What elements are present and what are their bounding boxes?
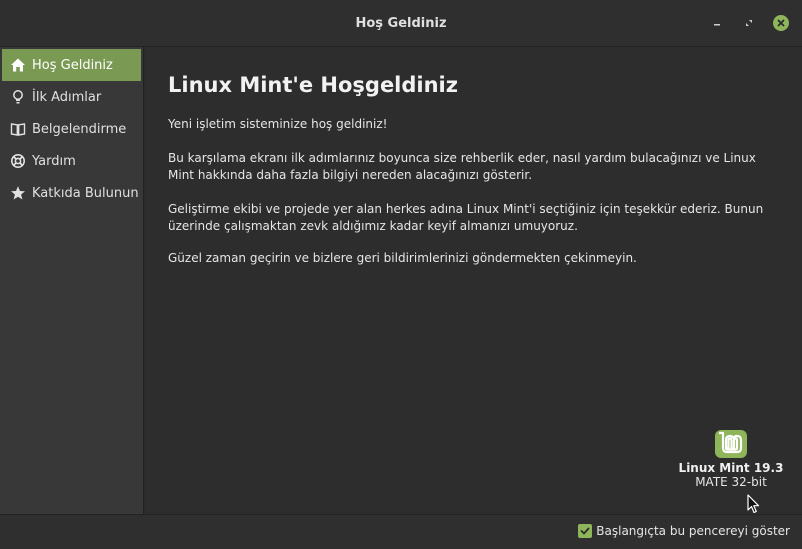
lifebuoy-icon: [9, 152, 27, 170]
sidebar-item-contribute[interactable]: Katkıda Bulunun: [0, 177, 143, 209]
show-at-startup-label: Başlangıçta bu pencereyi göster: [596, 524, 790, 538]
edition-label: MATE 32-bit: [695, 475, 767, 489]
sidebar: Hoş Geldiniz İlk Adımlar Belgelendirme Y…: [0, 47, 144, 514]
linux-mint-logo-icon: [714, 429, 748, 459]
lightbulb-icon: [9, 88, 27, 106]
sidebar-item-help[interactable]: Yardım: [0, 145, 143, 177]
maximize-button[interactable]: [740, 14, 758, 32]
version-label: Linux Mint 19.3: [678, 461, 784, 475]
title-bar: Hoş Geldiniz: [0, 0, 802, 47]
sidebar-item-first-steps[interactable]: İlk Adımlar: [0, 81, 143, 113]
home-icon: [9, 56, 27, 74]
window-title: Hoş Geldiniz: [355, 15, 447, 31]
sidebar-item-welcome[interactable]: Hoş Geldiniz: [2, 49, 141, 81]
welcome-paragraph: Güzel zaman geçirin ve bizlere geri bild…: [168, 251, 637, 265]
footer-bar: Başlangıçta bu pencereyi göster: [0, 514, 802, 549]
sidebar-item-documentation[interactable]: Belgelendirme: [0, 113, 143, 145]
book-icon: [9, 120, 27, 138]
maximize-icon: [746, 20, 752, 26]
page-title: Linux Mint'e Hoşgeldiniz: [168, 73, 458, 97]
welcome-paragraph: Yeni işletim sisteminize hoş geldiniz!: [168, 117, 388, 131]
checkmark-icon: [580, 527, 590, 535]
sidebar-item-label: Yardım: [32, 153, 76, 169]
star-icon: [9, 184, 27, 202]
sidebar-item-label: Belgelendirme: [32, 121, 127, 137]
close-icon: [773, 15, 789, 31]
checkbox[interactable]: [578, 524, 593, 538]
sidebar-item-label: Katkıda Bulunun: [32, 185, 139, 201]
sidebar-item-label: İlk Adımlar: [32, 89, 102, 105]
welcome-paragraph: Bu karşılama ekranı ilk adımlarınız boyu…: [168, 151, 756, 182]
version-info: Linux Mint 19.3 MATE 32-bit: [675, 429, 787, 489]
welcome-content: Linux Mint'e Hoşgeldiniz Yeni işletim si…: [145, 47, 802, 514]
close-button[interactable]: [772, 14, 790, 32]
minimize-icon: [714, 24, 720, 26]
welcome-paragraph: Geliştirme ekibi ve projede yer alan her…: [168, 202, 764, 233]
minimize-button[interactable]: [708, 14, 726, 32]
show-at-startup-toggle[interactable]: Başlangıçta bu pencereyi göster: [578, 524, 790, 538]
sidebar-item-label: Hoş Geldiniz: [32, 57, 113, 73]
